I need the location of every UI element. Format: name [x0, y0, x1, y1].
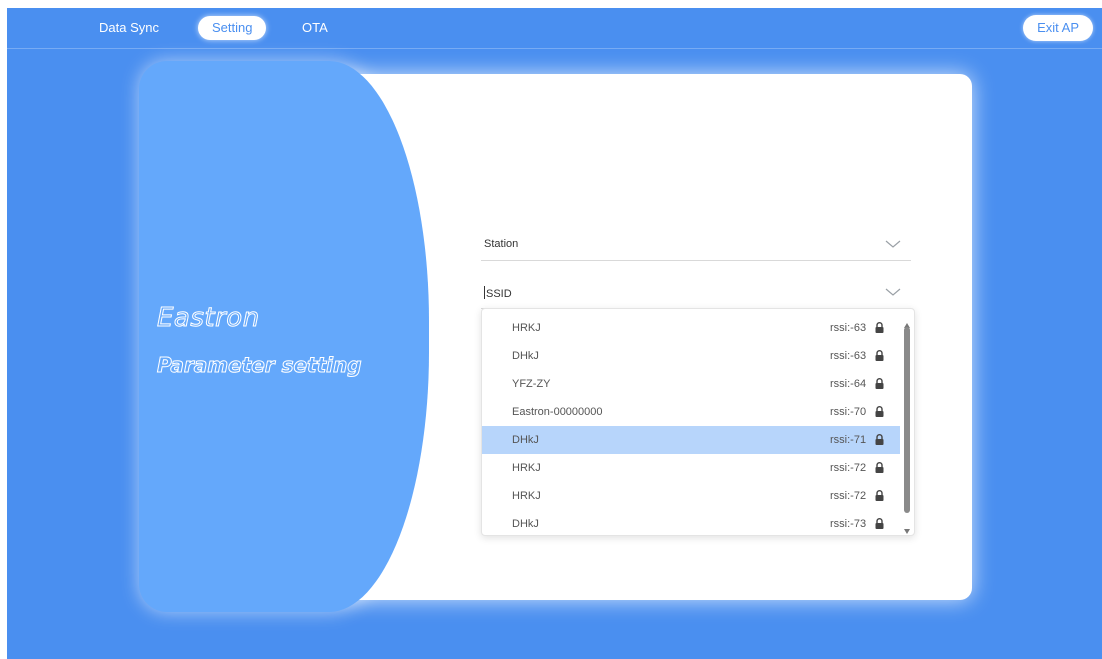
- list-item[interactable]: HRKJ rssi:-72: [482, 454, 900, 482]
- text-caret: [484, 286, 485, 299]
- ssid-select[interactable]: SSID: [481, 278, 911, 309]
- lock-icon: [875, 378, 884, 392]
- side-panel: Eastron Parameter setting: [139, 61, 429, 612]
- ssid-name: DHkJ: [512, 434, 539, 446]
- ssid-name: DHkJ: [512, 518, 539, 530]
- ssid-placeholder: SSID: [486, 288, 512, 300]
- rssi-value: rssi:-63: [830, 322, 867, 334]
- mode-select[interactable]: Station: [481, 230, 911, 261]
- page-subtitle: Parameter setting: [157, 353, 363, 378]
- ssid-name: YFZ-ZY: [512, 378, 551, 390]
- ssid-name: HRKJ: [512, 462, 541, 474]
- rssi-value: rssi:-63: [830, 350, 867, 362]
- lock-icon: [875, 322, 884, 336]
- rssi-value: rssi:-64: [830, 378, 867, 390]
- chevron-down-icon[interactable]: [885, 236, 901, 254]
- lock-icon: [875, 490, 884, 504]
- list-item-selected[interactable]: DHkJ rssi:-71: [482, 426, 900, 454]
- list-item[interactable]: HRKJ rssi:-63: [482, 314, 900, 342]
- list-item[interactable]: HRKJ rssi:-72: [482, 482, 900, 510]
- ssid-name: DHkJ: [512, 350, 539, 362]
- list-item[interactable]: Eastron-00000000 rssi:-70: [482, 398, 900, 426]
- rssi-value: rssi:-70: [830, 406, 867, 418]
- rssi-value: rssi:-72: [830, 490, 867, 502]
- tab-ota[interactable]: OTA: [302, 16, 328, 40]
- brand-title: Eastron: [157, 303, 260, 334]
- lock-icon: [875, 434, 884, 448]
- lock-icon: [875, 518, 884, 532]
- ssid-name: Eastron-00000000: [512, 406, 603, 418]
- list-item[interactable]: YFZ-ZY rssi:-64: [482, 370, 900, 398]
- ssid-input[interactable]: SSID: [484, 286, 512, 300]
- ssid-name: HRKJ: [512, 322, 541, 334]
- lock-icon: [875, 406, 884, 420]
- lock-icon: [875, 350, 884, 364]
- top-nav: Data Sync Setting OTA Exit AP: [7, 8, 1102, 49]
- tab-data-sync[interactable]: Data Sync: [99, 16, 159, 40]
- rssi-value: rssi:-71: [830, 434, 867, 446]
- rssi-value: rssi:-72: [830, 462, 867, 474]
- app-window: Data Sync Setting OTA Exit AP Eastron Pa…: [7, 8, 1102, 659]
- exit-ap-button[interactable]: Exit AP: [1023, 15, 1093, 41]
- rssi-value: rssi:-73: [830, 518, 867, 530]
- scrollbar-thumb[interactable]: [904, 327, 910, 513]
- list-item[interactable]: DHkJ rssi:-63: [482, 342, 900, 370]
- list-scrollbar[interactable]: [900, 309, 914, 535]
- ssid-name: HRKJ: [512, 490, 541, 502]
- tab-setting[interactable]: Setting: [198, 16, 267, 40]
- scroll-down-arrow-icon[interactable]: [904, 521, 910, 535]
- ssid-dropdown-list[interactable]: HRKJ rssi:-63 DHkJ rssi:-63 YFZ-ZY rssi:…: [481, 308, 915, 536]
- lock-icon: [875, 462, 884, 476]
- list-item[interactable]: DHkJ rssi:-73: [482, 510, 900, 535]
- mode-select-value: Station: [484, 238, 519, 250]
- chevron-down-icon[interactable]: [885, 284, 901, 302]
